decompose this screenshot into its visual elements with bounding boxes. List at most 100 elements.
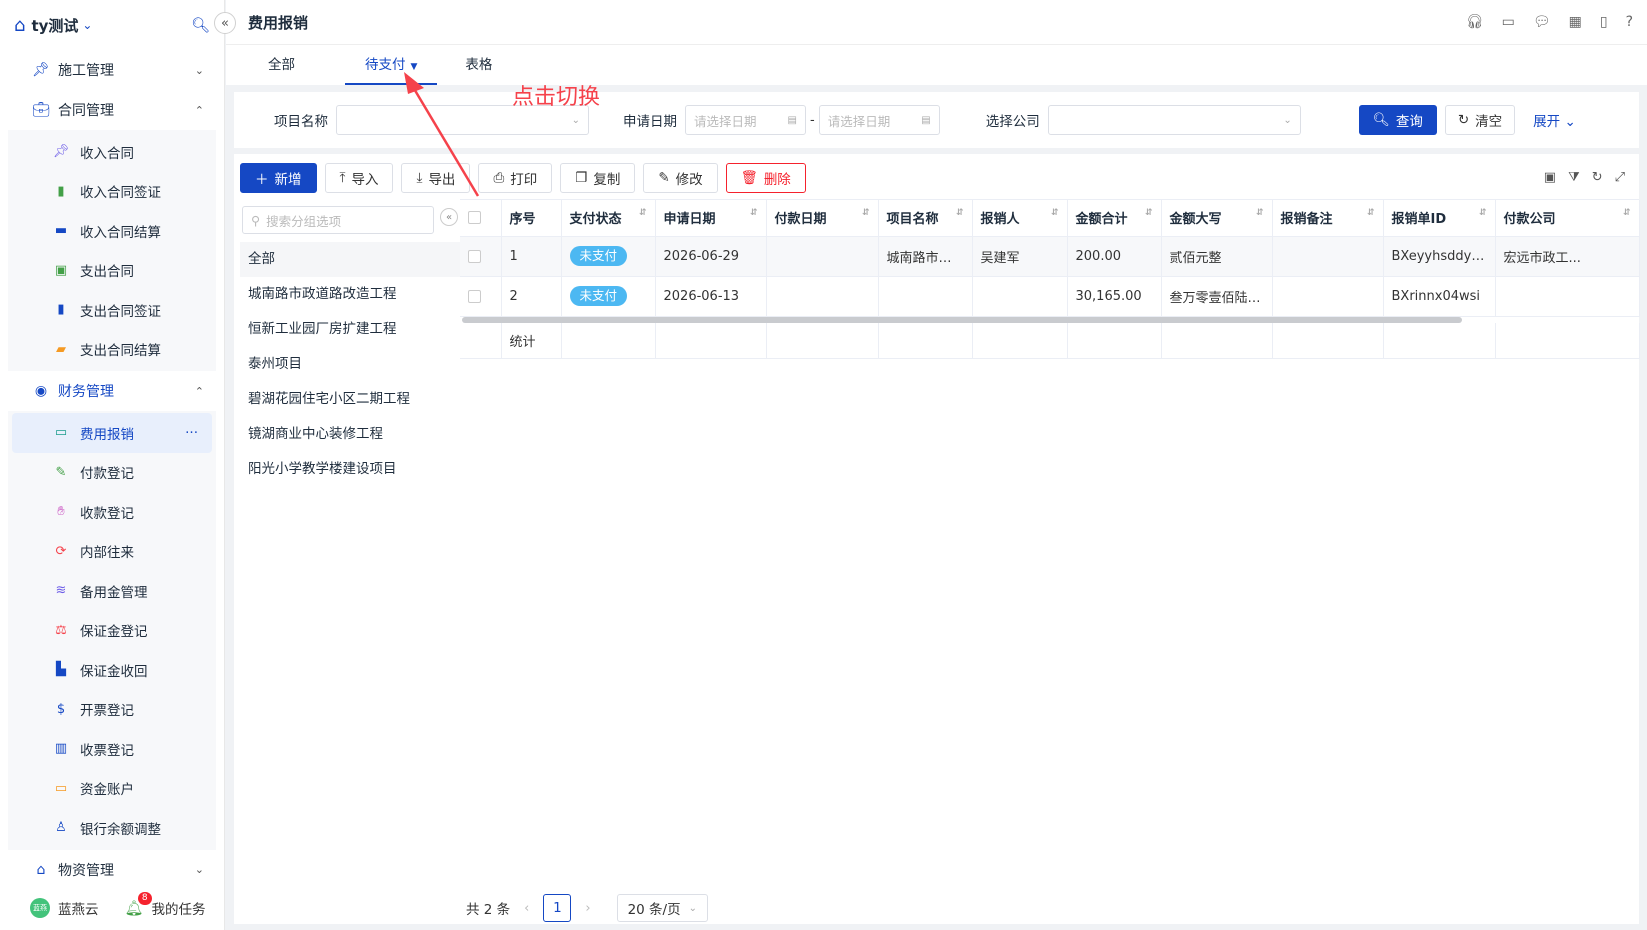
help-icon[interactable]: ?	[1626, 14, 1633, 30]
row-checkbox-cell[interactable]	[460, 236, 502, 277]
sidebar-item[interactable]: ▬ 收入合同结算	[8, 211, 216, 251]
export-button[interactable]: ⤓ 导出	[401, 163, 471, 193]
sidebar-item[interactable]: ▭ 费用报销 ···	[12, 413, 212, 453]
select-all-checkbox[interactable]	[468, 211, 481, 225]
filter-icon[interactable]: ⧩	[1568, 170, 1580, 185]
edit-button[interactable]: ✎ 修改	[643, 163, 718, 193]
column-header[interactable]: 金额大写 ⇵	[1161, 200, 1273, 237]
sort-icon[interactable]: ⇵	[1256, 208, 1264, 218]
sidebar-item[interactable]: ▙ 保证金收回	[8, 650, 216, 690]
workspace-title[interactable]: ty测试	[31, 15, 78, 36]
menu-group-header[interactable]: ◉ 财务管理 ⌃	[8, 371, 216, 411]
headset-icon[interactable]: 🎧︎	[1466, 14, 1484, 30]
scrollbar-thumb[interactable]	[462, 316, 1462, 323]
row-checkbox[interactable]	[468, 289, 481, 303]
group-item[interactable]: 城南路市政道路改造工程	[240, 277, 460, 312]
query-button[interactable]: 🔍︎ 查询	[1358, 105, 1437, 135]
tab-all[interactable]: 全部	[248, 45, 315, 85]
my-tasks-link[interactable]: 我的任务	[152, 898, 206, 918]
column-header[interactable]: 申请日期 ⇵	[655, 200, 767, 237]
date-start-input[interactable]: 请选择日期 ▤	[685, 105, 806, 135]
table-row[interactable]: 1 未支付 2026-06-29 城南路市政... 吴建军 200.00 贰佰元整 BXeyy…	[460, 236, 1640, 277]
fullscreen-icon[interactable]: ⤢	[1615, 170, 1625, 185]
sidebar-item[interactable]: ✋︎ 收款登记	[8, 492, 216, 532]
sort-icon[interactable]: ⇵	[750, 208, 758, 218]
column-header[interactable]: 项目名称 ⇵	[878, 200, 973, 237]
add-button[interactable]: ＋新增	[240, 163, 317, 193]
horizontal-scrollbar[interactable]	[460, 316, 1639, 323]
sort-icon[interactable]: ⇵	[1623, 208, 1631, 218]
video-icon[interactable]: ▭	[1502, 14, 1515, 30]
sidebar-item[interactable]: ▭ 资金账户	[8, 769, 216, 809]
row-checkbox-cell[interactable]	[460, 276, 502, 317]
menu-group-header[interactable]: ⌂ 物资管理 ⌄	[8, 850, 216, 890]
column-header[interactable]: 报销备注 ⇵	[1272, 200, 1384, 237]
bell-icon[interactable]: 🔔︎ 8	[125, 892, 152, 917]
avatar[interactable]: 蓝燕	[30, 898, 50, 918]
sidebar-item[interactable]: 📌︎ 收入合同	[8, 132, 216, 172]
page-size-select[interactable]: 20 条/页 ⌄	[616, 894, 708, 922]
select-all-checkbox-cell[interactable]	[460, 200, 502, 237]
sidebar-item[interactable]: ≋ 备用金管理	[8, 571, 216, 611]
table-row[interactable]: 2 未支付 2026-06-13 30,165.00 叁万零壹佰陆拾... BXrinnx…	[460, 276, 1640, 317]
column-header[interactable]: 报销单ID ⇵	[1383, 200, 1496, 237]
expand-link[interactable]: 展开 ⌄	[1533, 110, 1576, 130]
import-button[interactable]: ⤒ 导入	[324, 163, 394, 193]
next-page-icon[interactable]: ›	[585, 901, 590, 916]
caret-down-icon[interactable]: ▼	[411, 62, 418, 72]
group-item[interactable]: 阳光小学教学楼建设项目	[240, 452, 460, 487]
sort-icon[interactable]: ⇵	[1051, 208, 1059, 218]
group-item[interactable]: 全部	[240, 242, 460, 277]
sidebar-item[interactable]: ▮ 收入合同签证	[8, 172, 216, 212]
row-checkbox[interactable]	[468, 249, 481, 263]
sort-icon[interactable]: ⇵	[639, 208, 647, 218]
clear-button[interactable]: ↻ 清空	[1444, 105, 1516, 135]
sidebar-item[interactable]: ▰ 支出合同结算	[8, 330, 216, 370]
chat-icon[interactable]: 💬︎	[1533, 14, 1551, 30]
archive-icon[interactable]: ▣	[1544, 170, 1556, 185]
sort-icon[interactable]: ⇵	[862, 208, 870, 218]
column-header[interactable]: 金额合计 ⇵	[1067, 200, 1162, 237]
menu-group-header[interactable]: 💼︎ 合同管理 ⌃	[8, 90, 216, 130]
prev-page-icon[interactable]: ‹	[524, 901, 529, 916]
column-header[interactable]: 序号	[501, 200, 562, 237]
tab-table[interactable]: 表格	[445, 45, 512, 85]
sidebar-item[interactable]: ▣ 支出合同	[8, 251, 216, 291]
grid-icon[interactable]: ▦	[1569, 14, 1582, 30]
sidebar-item[interactable]: ⚖︎ 保证金登记	[8, 611, 216, 651]
column-header[interactable]: 付款日期 ⇵	[766, 200, 879, 237]
sort-icon[interactable]: ⇵	[956, 208, 964, 218]
sidebar-item[interactable]: ♙ 银行余额调整	[8, 808, 216, 848]
menu-group-header[interactable]: 📌︎ 施工管理 ⌄	[8, 50, 216, 90]
group-item[interactable]: 镜湖商业中心装修工程	[240, 417, 460, 452]
group-item[interactable]: 碧湖花园住宅小区二期工程	[240, 382, 460, 417]
user-name[interactable]: 蓝燕云	[58, 898, 99, 918]
sidebar-item[interactable]: ▮ 支出合同签证	[8, 290, 216, 330]
sidebar-item[interactable]: ⟳ 内部往来	[8, 532, 216, 572]
collapse-sidebar-icon[interactable]: «	[214, 12, 236, 34]
date-end-input[interactable]: 请选择日期 ▤	[818, 105, 940, 135]
sidebar-item[interactable]: $ 开票登记	[8, 690, 216, 730]
mobile-icon[interactable]: ▯	[1600, 14, 1608, 30]
group-search-input[interactable]: ⚲ 搜索分组选项	[242, 206, 434, 234]
group-item[interactable]: 恒新工业园厂房扩建工程	[240, 312, 460, 347]
sort-icon[interactable]: ⇵	[1145, 208, 1153, 218]
search-icon[interactable]: 🔍︎	[191, 16, 210, 34]
more-icon[interactable]: ···	[185, 425, 198, 441]
group-item[interactable]: 泰州项目	[240, 347, 460, 382]
copy-button[interactable]: ❐ 复制	[560, 163, 636, 193]
sort-icon[interactable]: ⇵	[1367, 208, 1375, 218]
column-header[interactable]: 支付状态 ⇵	[561, 200, 656, 237]
delete-button[interactable]: 🗑︎ 删除	[725, 163, 806, 193]
sort-icon[interactable]: ⇵	[1479, 208, 1487, 218]
collapse-panel-icon[interactable]: «	[440, 208, 458, 226]
page-1[interactable]: 1	[543, 894, 572, 922]
chevron-down-icon[interactable]: ⌄	[82, 18, 92, 32]
home-icon[interactable]: ⌂	[14, 15, 25, 36]
column-header[interactable]: 报销人 ⇵	[972, 200, 1068, 237]
sidebar-item[interactable]: ✎ 付款登记	[8, 453, 216, 493]
print-button[interactable]: ⎙ 打印	[478, 163, 553, 193]
company-select[interactable]: ⌄	[1047, 105, 1301, 135]
tab-pending-payment[interactable]: 待支付 ▼	[345, 45, 438, 85]
sidebar-item[interactable]: ▥ 收票登记	[8, 729, 216, 769]
